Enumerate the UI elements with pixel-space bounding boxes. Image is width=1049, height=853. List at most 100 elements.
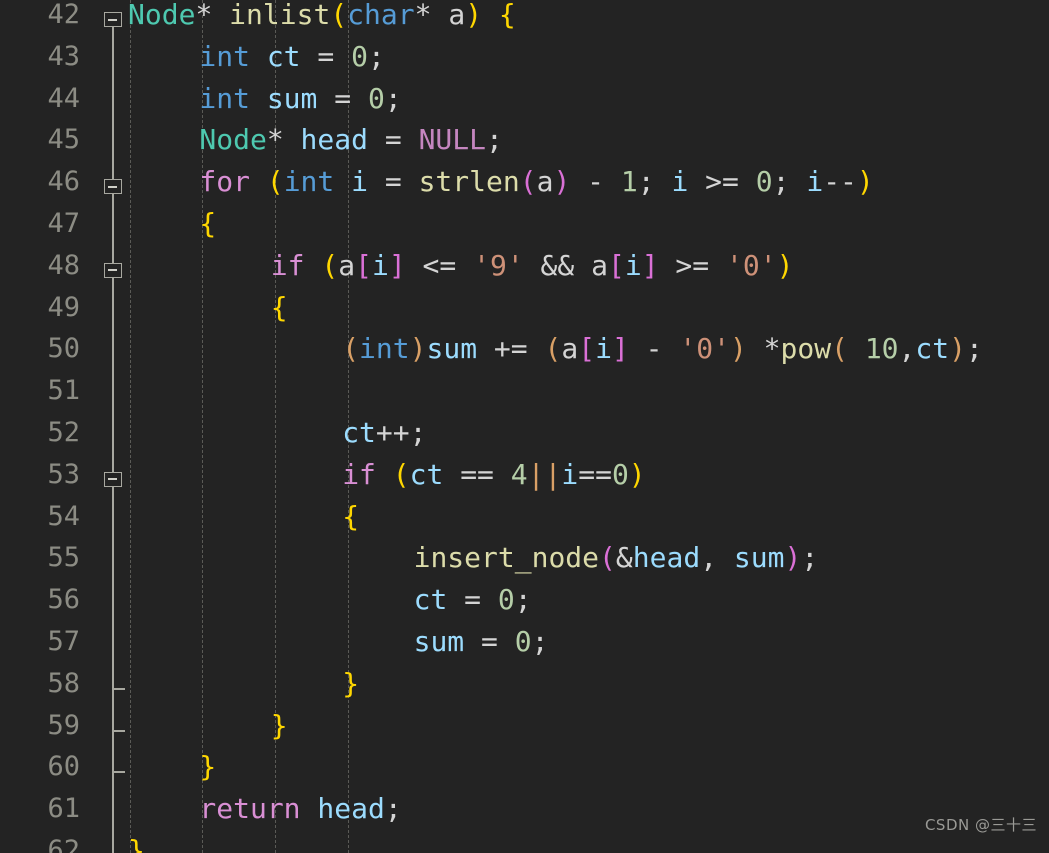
code-line[interactable]: int sum = 0; — [199, 78, 401, 120]
code-token: ct — [266, 39, 301, 73]
code-token: ; — [486, 123, 503, 157]
code-token: = — [317, 81, 368, 115]
code-token: { — [342, 499, 360, 533]
code-line[interactable]: ct = 0; — [414, 579, 532, 621]
code-token: int — [359, 332, 410, 366]
code-token: ; — [367, 39, 385, 73]
code-token: || — [527, 457, 562, 491]
code-token: insert_node — [413, 541, 600, 575]
code-line[interactable]: return head; — [199, 788, 401, 830]
code-token: strlen — [418, 165, 520, 199]
code-token: - — [570, 165, 621, 199]
code-content-area[interactable]: Node* inlist(char* a) {int ct = 0; int su… — [0, 0, 1049, 853]
code-line[interactable]: (int)sum += (a[i] - '0') *pow( 10,ct); — [342, 328, 983, 370]
code-token: head — [300, 123, 368, 157]
code-token: ] — [388, 248, 406, 282]
code-line[interactable]: { — [342, 496, 359, 538]
code-token: = — [367, 165, 419, 199]
code-token: 0 — [367, 81, 385, 115]
code-line[interactable]: int ct = 0; — [199, 36, 384, 78]
code-token: if — [342, 457, 376, 491]
code-token: 4 — [510, 457, 528, 491]
code-token: head — [632, 541, 701, 575]
code-token: 0 — [514, 625, 532, 658]
code-token: a — [591, 248, 608, 282]
code-token: ; — [514, 583, 532, 617]
code-token: & — [615, 541, 633, 575]
code-token: = — [367, 123, 419, 157]
code-line[interactable]: for (int i = strlen(a) - 1; i >= 0; i--) — [199, 161, 873, 203]
code-token: i — [806, 165, 824, 199]
code-token: ) — [776, 248, 794, 282]
code-token: i — [561, 457, 579, 491]
code-line[interactable]: } — [271, 705, 288, 747]
code-line[interactable]: if (a[i] <= '9' && a[i] >= '0') — [271, 245, 794, 287]
code-token: pow — [780, 332, 832, 366]
code-token: int — [283, 165, 335, 199]
code-token: if — [270, 248, 305, 282]
code-token: [ — [355, 248, 372, 282]
code-token: -- — [823, 165, 857, 199]
code-line[interactable]: { — [199, 203, 216, 245]
code-token: ( — [266, 165, 284, 199]
code-line[interactable]: } — [128, 830, 145, 853]
code-token: head — [317, 792, 385, 826]
code-token: i — [624, 248, 642, 282]
code-token: '0' — [726, 248, 777, 282]
code-token: ( — [831, 332, 848, 366]
code-token: a — [536, 165, 554, 199]
code-token: 0 — [611, 457, 629, 491]
code-token: ct — [409, 457, 444, 491]
code-token: , — [898, 332, 916, 366]
code-token: { — [199, 207, 217, 240]
code-token: == — [578, 457, 612, 491]
code-line[interactable]: ct++; — [342, 412, 426, 454]
code-line[interactable]: insert_node(&head, sum); — [414, 537, 819, 579]
code-token: ct — [342, 416, 376, 449]
code-line[interactable]: Node* head = NULL; — [199, 119, 502, 161]
code-token: ] — [611, 332, 629, 366]
code-token: Node — [128, 0, 196, 31]
code-token: && — [523, 248, 592, 282]
code-line[interactable]: Node* inlist(char* a) { — [128, 0, 516, 36]
code-token: sum — [733, 541, 785, 575]
code-token: } — [128, 834, 145, 853]
code-token: <= — [405, 248, 474, 282]
code-token: * — [746, 332, 781, 366]
indent-guide — [130, 0, 131, 853]
code-token: == — [443, 457, 511, 491]
code-line[interactable]: } — [199, 746, 216, 788]
code-editor[interactable]: 42 43 44 45 46 47 48 49 50 51 52 53 54 55 56 57 58 59 60 61… — [0, 0, 1049, 853]
code-token: ( — [330, 0, 348, 31]
code-token: ) — [465, 0, 483, 31]
code-token: ; — [384, 792, 402, 826]
code-token: ] — [641, 248, 659, 282]
code-token: ; — [384, 81, 402, 115]
code-token: '9' — [473, 248, 524, 282]
code-token: } — [199, 750, 217, 784]
code-line[interactable]: sum = 0; — [414, 621, 549, 663]
code-line[interactable]: } — [342, 663, 359, 705]
csdn-watermark: CSDN @三十三 — [924, 816, 1037, 834]
code-token: = — [464, 625, 515, 658]
code-token: ) — [784, 541, 802, 575]
code-token: char — [347, 0, 415, 31]
code-line[interactable]: { — [271, 287, 288, 329]
code-token: 0 — [497, 583, 515, 617]
code-token: ; — [965, 332, 983, 366]
code-token: inlist — [229, 0, 331, 31]
code-token: i — [671, 165, 689, 199]
code-token: i — [595, 332, 612, 366]
code-token: >= — [658, 248, 726, 282]
code-line[interactable]: if (ct == 4||i==0) — [342, 454, 645, 496]
code-token: 0 — [755, 165, 773, 199]
code-token: ) — [856, 165, 874, 199]
